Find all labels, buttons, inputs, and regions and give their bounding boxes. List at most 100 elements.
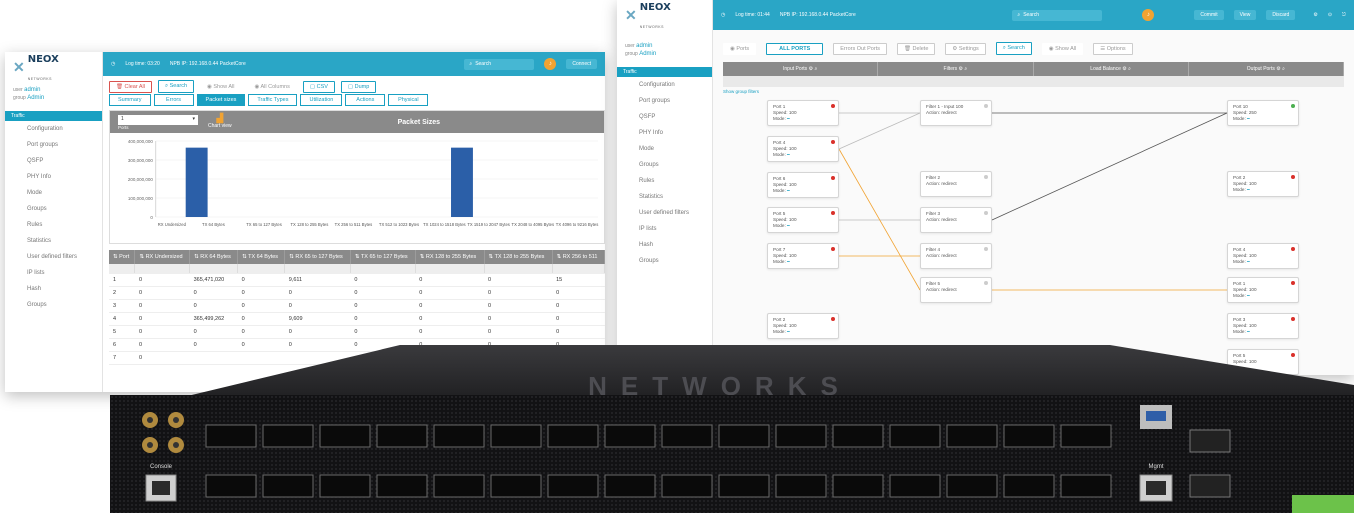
qsfp-port[interactable] <box>946 424 998 448</box>
output-port-node[interactable]: Port 4 Speed: 100 Mode: ━ <box>1227 243 1299 269</box>
sidebar-item-ip-lists[interactable]: IP lists <box>617 221 712 237</box>
qsfp-port[interactable] <box>547 424 599 448</box>
qsfp-port[interactable] <box>661 474 713 498</box>
sidebar-item-groups[interactable]: Groups <box>5 201 102 217</box>
sidebar-item-configuration[interactable]: Configuration <box>617 77 712 93</box>
qsfp-port[interactable] <box>1060 474 1112 498</box>
table-row[interactable]: 1 0 365,471,020 0 9,611 0 0 0 15 <box>109 273 605 287</box>
qsfp-port[interactable] <box>547 474 599 498</box>
column-header[interactable]: ⇅ RX 256 to 511 <box>552 250 605 264</box>
qsfp-port[interactable] <box>718 424 770 448</box>
table-row[interactable]: 4 0 365,499,262 0 9,609 0 0 0 0 <box>109 312 605 326</box>
filter-cell[interactable] <box>350 264 416 274</box>
qsfp-port[interactable] <box>775 474 827 498</box>
qsfp-port[interactable] <box>718 474 770 498</box>
input-port-node[interactable]: Port 1 Speed: 100 Mode: ━ <box>767 100 839 126</box>
column-header[interactable]: ⇅ TX 64 Bytes <box>237 250 286 264</box>
output-port-node[interactable]: Port 2 Speed: 100 Mode: ━ <box>1227 171 1299 197</box>
sidebar-item-port-groups[interactable]: Port groups <box>5 137 102 153</box>
column-header[interactable]: ⇅ TX 128 to 255 Bytes <box>484 250 553 264</box>
sfp-cage-upper[interactable] <box>1189 429 1231 453</box>
input-port-node[interactable]: Port 6 Speed: 100 Mode: ━ <box>767 172 839 198</box>
qsfp-port[interactable] <box>832 474 884 498</box>
output-port-node[interactable]: Port 10 Speed: 250 Mode: ━ <box>1227 100 1299 126</box>
qsfp-port[interactable] <box>832 424 884 448</box>
filter-cell[interactable] <box>189 264 239 274</box>
dump-button[interactable]: ▢ Dump <box>340 80 377 93</box>
sidebar-item-statistics[interactable]: Statistics <box>5 233 102 249</box>
filter-cell[interactable] <box>415 264 485 274</box>
qsfp-port[interactable] <box>490 474 542 498</box>
column-header[interactable]: ⇅ RX 64 Bytes <box>189 250 239 264</box>
column-header[interactable]: ⇅ RX 128 to 255 Bytes <box>415 250 485 264</box>
sidebar-item-hash[interactable]: Hash <box>5 281 102 297</box>
qsfp-port[interactable] <box>490 424 542 448</box>
filter-row[interactable] <box>109 264 605 274</box>
tab-summary[interactable]: Summary <box>109 94 151 106</box>
sidebar-item-groups[interactable]: Groups <box>617 253 712 269</box>
filter-node[interactable]: Filter 1 - Input 100 Action: redirect <box>920 100 992 126</box>
qsfp-port[interactable] <box>1003 424 1055 448</box>
sidebar-item-phy-info[interactable]: PHY Info <box>617 125 712 141</box>
column-header[interactable]: ⇅ Port <box>109 250 136 264</box>
column-header[interactable]: ⇅ RX Undersized <box>134 250 191 264</box>
input-port-node[interactable]: Port 5 Speed: 100 Mode: ━ <box>767 207 839 233</box>
sidebar-item-rules[interactable]: Rules <box>5 217 102 233</box>
qsfp-port[interactable] <box>376 424 428 448</box>
qsfp-port[interactable] <box>1003 474 1055 498</box>
sidebar-item-qsfp[interactable]: QSFP <box>617 109 712 125</box>
search-button[interactable]: ⌕ Search <box>158 80 195 93</box>
tab-traffic-types[interactable]: Traffic Types <box>248 94 298 106</box>
filter-node[interactable]: Filter 4 Action: redirect <box>920 243 992 269</box>
table-row[interactable]: 300000000 <box>109 299 605 313</box>
filter-cell[interactable] <box>134 264 191 274</box>
sidebar-item-rules[interactable]: Rules <box>617 173 712 189</box>
sidebar-item-port-groups[interactable]: Port groups <box>617 93 712 109</box>
column-header[interactable]: ⇅ RX 65 to 127 Bytes <box>284 250 351 264</box>
qsfp-port[interactable] <box>262 424 314 448</box>
qsfp-port[interactable] <box>262 474 314 498</box>
qsfp-port[interactable] <box>661 424 713 448</box>
filter-node[interactable]: Filter 3 Action: redirect <box>920 207 992 233</box>
all-columns-button[interactable]: ◉ All Columns <box>247 80 297 93</box>
qsfp-port[interactable] <box>889 474 941 498</box>
filter-cell[interactable] <box>552 264 605 274</box>
tab-packet-sizes[interactable]: Packet sizes <box>196 94 246 106</box>
tab-physical[interactable]: Physical <box>388 94 429 106</box>
output-port-node[interactable]: Port 1 Speed: 100 Mode: ━ <box>1227 277 1299 303</box>
sidebar-item-configuration[interactable]: Configuration <box>5 121 102 137</box>
csv-button[interactable]: ▢ CSV <box>302 80 335 93</box>
notification-bell-icon[interactable]: ♪ <box>544 58 557 70</box>
filter-node[interactable]: Filter 2 Action: redirect <box>920 171 992 197</box>
qsfp-port[interactable] <box>604 474 656 498</box>
sidebar-item-user-defined-filters[interactable]: User defined filters <box>5 249 102 265</box>
tab-errors[interactable]: Errors <box>153 94 194 106</box>
sidebar-item-phy-info[interactable]: PHY Info <box>5 169 102 185</box>
qsfp-port[interactable] <box>205 424 257 448</box>
qsfp-port[interactable] <box>604 424 656 448</box>
sidebar-item-statistics[interactable]: Statistics <box>617 189 712 205</box>
input-port-node[interactable]: Port 7 Speed: 100 Mode: ━ <box>767 243 839 269</box>
filter-cell[interactable] <box>484 264 553 274</box>
filter-cell[interactable] <box>109 264 136 274</box>
sidebar-item-groups[interactable]: Groups <box>617 157 712 173</box>
connect-button[interactable]: Connect <box>566 59 597 69</box>
qsfp-port[interactable] <box>205 474 257 498</box>
sidebar-item-hash[interactable]: Hash <box>617 237 712 253</box>
sidebar-item-qsfp[interactable]: QSFP <box>5 153 102 169</box>
search-input[interactable]: ⌕ Search <box>464 58 535 70</box>
qsfp-port[interactable] <box>319 474 371 498</box>
qsfp-port[interactable] <box>376 474 428 498</box>
sidebar-item-ip-lists[interactable]: IP lists <box>5 265 102 281</box>
tab-actions[interactable]: Actions <box>345 94 386 106</box>
qsfp-port[interactable] <box>1060 424 1112 448</box>
column-header[interactable]: ⇅ TX 65 to 127 Bytes <box>350 250 416 264</box>
sidebar-item-mode[interactable]: Mode <box>5 185 102 201</box>
sfp-cage-lower[interactable] <box>1189 474 1231 498</box>
filter-cell[interactable] <box>284 264 351 274</box>
filter-node[interactable]: Filter 5 Action: redirect <box>920 277 992 303</box>
tab-utilization[interactable]: Utilization <box>300 94 343 106</box>
qsfp-port[interactable] <box>946 474 998 498</box>
qsfp-port[interactable] <box>889 424 941 448</box>
sidebar-item-groups[interactable]: Groups <box>5 297 102 313</box>
